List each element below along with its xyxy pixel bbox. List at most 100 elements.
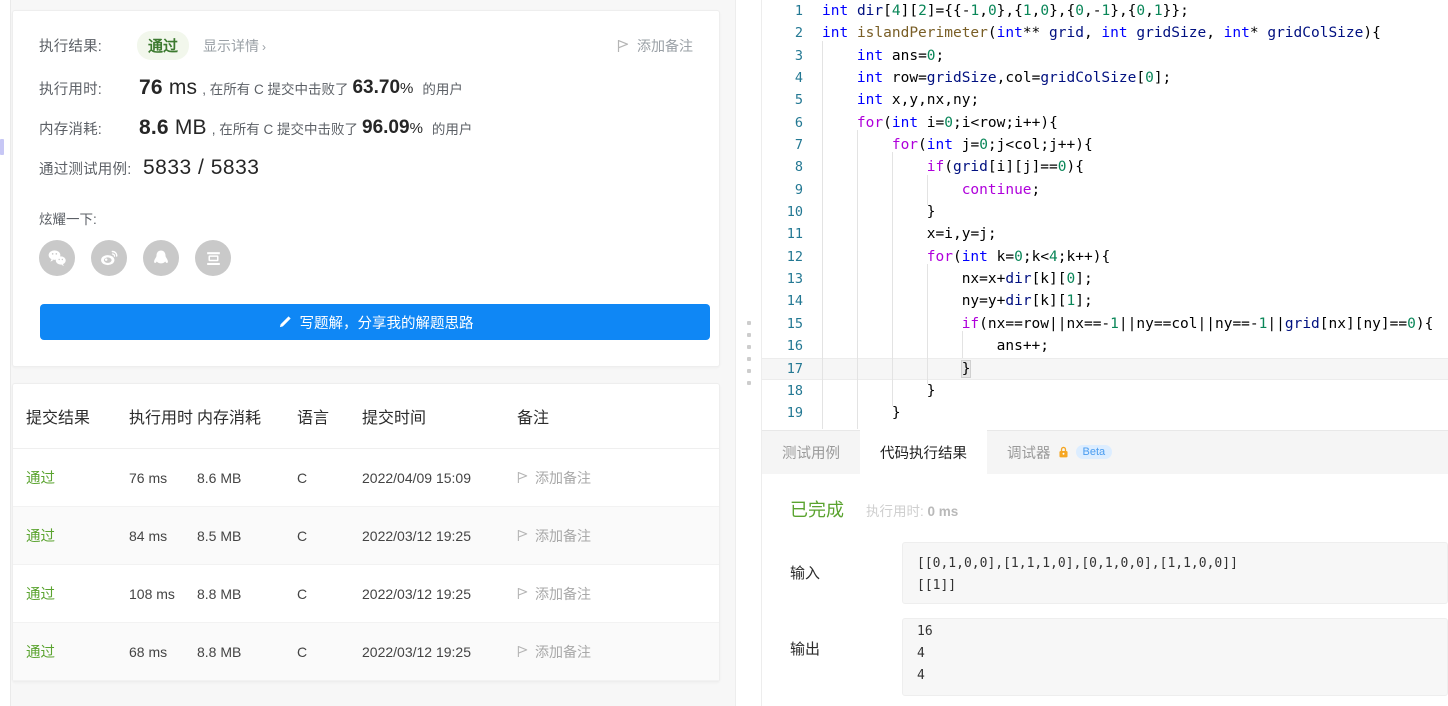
status-link[interactable]: 通过: [26, 587, 55, 603]
line-content: }: [816, 398, 901, 429]
code-editor[interactable]: 1 int dir[4][2]={{-1,0},{1,0},{0,-1},{0,1…: [762, 0, 1448, 430]
cell-status: 通过: [13, 448, 129, 507]
cell-status: 通过: [13, 506, 129, 565]
write-solution-button[interactable]: 写题解，分享我的解题思路: [40, 304, 710, 340]
share-label: 炫耀一下:: [39, 212, 97, 227]
weibo-icon[interactable]: [91, 240, 127, 276]
table-row[interactable]: 通过 68 ms 8.8 MB C 2022/03/12 19:25 添加备注: [13, 622, 719, 681]
table-row[interactable]: 通过 108 ms 8.8 MB C 2022/03/12 19:25 添加备注: [13, 564, 719, 623]
code-line[interactable]: 1 int dir[4][2]={{-1,0},{1,0},{0,-1},{0,1…: [762, 0, 1448, 22]
code-line[interactable]: 5 int x,y,nx,ny;: [762, 85, 1448, 117]
line-content: ans++;: [816, 331, 1049, 362]
drag-dots-icon: [746, 321, 751, 385]
line-number: 15: [786, 315, 803, 332]
code-line[interactable]: 3 int ans=0;: [762, 40, 1448, 72]
memory-value: 8.6 MB: [139, 116, 207, 139]
console-status: 已完成: [790, 500, 844, 520]
cell-language: C: [297, 622, 362, 681]
runtime-unit: ms: [168, 76, 198, 99]
code-line[interactable]: 8 if(grid[i][j]==0){: [762, 152, 1448, 184]
douban-icon[interactable]: [195, 240, 231, 276]
code-line[interactable]: 4 int row=gridSize,col=gridColSize[0];: [762, 62, 1448, 94]
code-line[interactable]: 15 if(nx==row||nx==-1||ny==col||ny==-1||…: [762, 308, 1448, 340]
code-line[interactable]: 13 nx=x+dir[k][0];: [762, 264, 1448, 295]
code-line[interactable]: 19 }: [762, 398, 1448, 429]
tab-debugger-label: 调试器: [1007, 445, 1051, 462]
tab-debugger[interactable]: 调试器 Beta: [987, 430, 1132, 474]
input-value-box[interactable]: [[0,1,0,0],[1,1,1,0],[0,1,0,0],[1,1,0,0]…: [902, 542, 1448, 604]
output-value-box[interactable]: 16 4 4: [902, 618, 1448, 696]
line-number: 19: [786, 405, 803, 422]
exec-result-row: 执行结果: 通过 显示详情 › 添加备注: [39, 31, 693, 60]
code-line[interactable]: 2 int islandPerimeter(int** grid, int gri…: [762, 22, 1448, 44]
row-add-note-button[interactable]: 添加备注: [517, 584, 719, 604]
line-content: x=i,y=j;: [816, 219, 997, 251]
cell-runtime: 84 ms: [129, 506, 197, 565]
pencil-icon: [277, 315, 292, 330]
runtime-value: 76 ms: [139, 76, 198, 99]
tab-testcase[interactable]: 测试用例: [762, 430, 860, 474]
line-number: 2: [794, 25, 803, 42]
pane-resize-handle[interactable]: [735, 0, 761, 706]
cell-time: 2022/04/09 15:09: [362, 448, 517, 507]
status-link[interactable]: 通过: [26, 471, 55, 487]
left-scroll-area[interactable]: 执行结果: 通过 显示详情 › 添加备注 执行用时: 76 ms , 在所有 C…: [11, 0, 735, 706]
cell-memory: 8.8 MB: [197, 622, 297, 681]
status-badge: 通过: [137, 31, 190, 60]
code-line[interactable]: 7 for(int j=0;j<col;j++){: [762, 130, 1448, 161]
line-number: 4: [794, 70, 803, 87]
cell-memory: 8.5 MB: [197, 506, 297, 565]
status-link[interactable]: 通过: [26, 529, 55, 545]
flag-icon: [517, 529, 529, 542]
tab-run-result[interactable]: 代码执行结果: [860, 430, 987, 474]
submission-result-page: 执行结果: 通过 显示详情 › 添加备注 执行用时: 76 ms , 在所有 C…: [0, 0, 1448, 706]
memory-percentile: 96.09%: [362, 117, 423, 138]
flag-icon: [617, 39, 630, 53]
console-tab-bar: 测试用例 代码执行结果 调试器 Beta: [762, 430, 1448, 474]
code-line[interactable]: 12 for(int k=0;k<4;k++){: [762, 241, 1448, 273]
table-row[interactable]: 通过 84 ms 8.5 MB C 2022/03/12 19:25 添加备注: [13, 506, 719, 565]
left-edge-rail: [0, 0, 11, 706]
wechat-icon[interactable]: [39, 240, 75, 276]
code-line[interactable]: 11 x=i,y=j;: [762, 219, 1448, 251]
memory-label: 内存消耗:: [39, 121, 103, 138]
row-add-note-button[interactable]: 添加备注: [517, 642, 719, 662]
col-language: 语言: [297, 384, 362, 449]
code-line[interactable]: 18 }: [762, 375, 1448, 407]
code-line[interactable]: 16 ans++;: [762, 331, 1448, 362]
lock-icon: [1057, 445, 1070, 459]
console-runtime: 执行用时: 0 ms: [866, 500, 958, 520]
status-link[interactable]: 通过: [26, 645, 55, 661]
row-add-note-button[interactable]: 添加备注: [517, 468, 719, 488]
code-line[interactable]: 14 ny=y+dir[k][1];: [762, 286, 1448, 318]
submissions-table: 提交结果 执行用时 内存消耗 语言 提交时间 备注 通过 76 ms 8.6 M: [13, 384, 719, 681]
table-row[interactable]: 通过 76 ms 8.6 MB C 2022/04/09 15:09 添加备注: [13, 448, 719, 507]
cell-runtime: 76 ms: [129, 448, 197, 507]
share-block: 炫耀一下:: [39, 208, 693, 276]
code-line[interactable]: 17 }: [762, 353, 1448, 385]
code-line[interactable]: 6 for(int i=0;i<row;i++){: [762, 107, 1448, 139]
qq-icon[interactable]: [143, 240, 179, 276]
add-note-button[interactable]: 添加备注: [617, 36, 693, 56]
input-label: 输入: [790, 565, 821, 582]
memory-row: 内存消耗: 8.6 MB , 在所有 C 提交中击败了 96.09% 的用户: [39, 116, 693, 140]
cell-note: 添加备注: [517, 448, 719, 507]
line-content: for(int k=0;k<4;k++){: [816, 241, 1110, 273]
line-number: 11: [786, 226, 803, 243]
line-number: 9: [794, 181, 803, 198]
line-content: int dir[4][2]={{-1,0},{1,0},{0,-1},{0,1}…: [822, 3, 1189, 19]
line-number: 1: [794, 3, 803, 19]
testcases-label: 通过测试用例:: [39, 161, 132, 178]
line-number: 13: [786, 271, 803, 288]
code-line[interactable]: 10 }: [762, 197, 1448, 228]
cell-note: 添加备注: [517, 622, 719, 681]
row-add-note-button[interactable]: 添加备注: [517, 526, 719, 546]
line-content: }: [816, 353, 972, 385]
add-note-label: 添加备注: [637, 37, 693, 54]
col-runtime: 执行用时: [129, 384, 197, 449]
cell-language: C: [297, 564, 362, 623]
console-runtime-label: 执行用时:: [866, 504, 924, 519]
show-detail-link[interactable]: 显示详情 ›: [203, 36, 266, 56]
cell-time: 2022/03/12 19:25: [362, 564, 517, 623]
code-line[interactable]: 9 continue;: [762, 174, 1448, 206]
